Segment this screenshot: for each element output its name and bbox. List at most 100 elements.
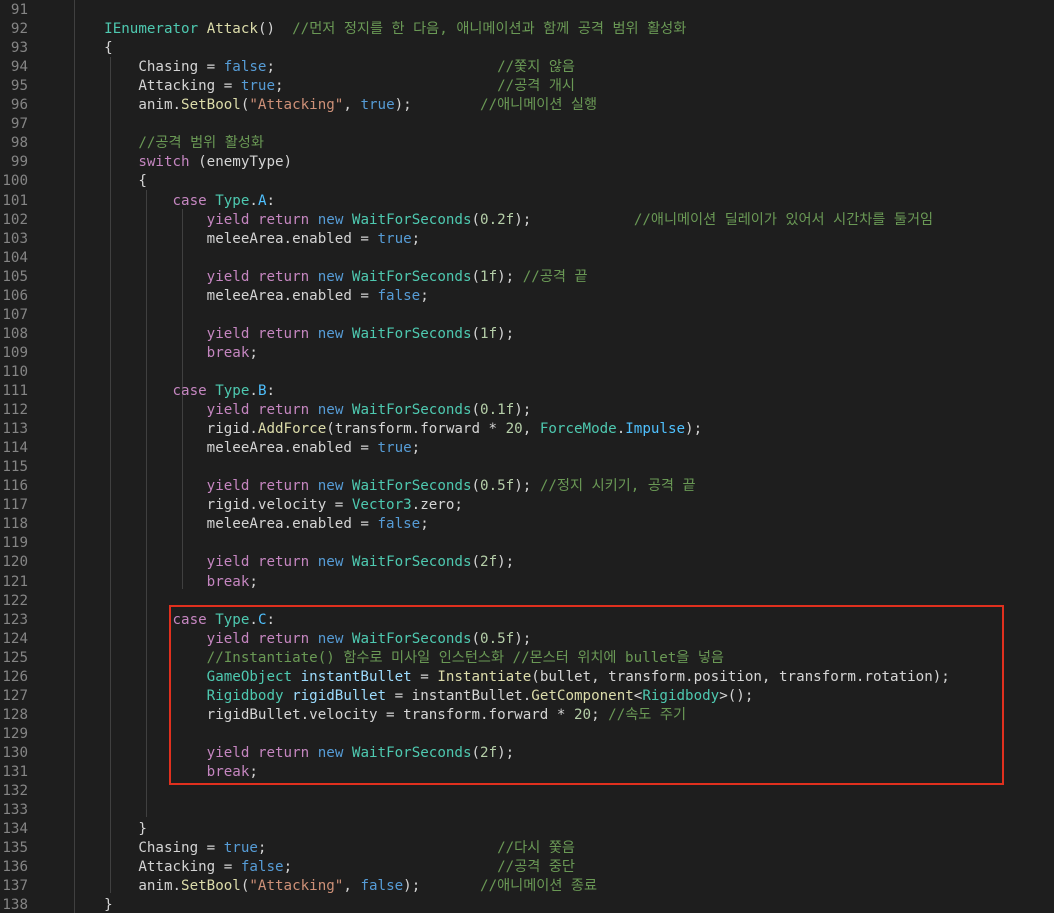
code-line[interactable]: 103 meleeArea.enabled = true; (0, 230, 1054, 249)
code-line[interactable]: 108 yield return new WaitForSeconds(1f); (0, 325, 1054, 344)
line-number: 108 (2, 325, 28, 342)
code-token: new (317, 554, 344, 571)
code-line[interactable]: 111 case Type.B: (0, 382, 1054, 401)
code-line[interactable]: 98 //공격 범위 활성화 (0, 134, 1054, 153)
code-token: Chasing = (70, 59, 224, 76)
code-line[interactable]: 116 yield return new WaitForSeconds(0.5f… (0, 477, 1054, 496)
code-line[interactable]: 95 Attacking = true; //공격 개시 (0, 77, 1054, 96)
code-line[interactable]: 97 (0, 115, 1054, 134)
code-line[interactable]: 134 } (0, 820, 1054, 839)
code-line[interactable]: 94 Chasing = false; //쫓지 않음 (0, 58, 1054, 77)
code-line[interactable]: 113 rigid.AddForce(transform.forward * 2… (0, 420, 1054, 439)
code-text: yield return new WaitForSeconds(0.1f); (70, 401, 532, 420)
code-token: false (377, 516, 421, 533)
code-line[interactable]: 115 (0, 458, 1054, 477)
code-line[interactable]: 120 yield return new WaitForSeconds(2f); (0, 553, 1054, 572)
code-text: yield return new WaitForSeconds(1f); //공… (70, 268, 588, 287)
code-line[interactable]: 91 (0, 1, 1054, 20)
line-number: 94 (10, 59, 28, 76)
code-line[interactable]: 138 } (0, 896, 1054, 913)
code-line[interactable]: 129 (0, 725, 1054, 744)
code-line[interactable]: 119 (0, 534, 1054, 553)
code-token: ; (411, 440, 421, 457)
code-token: : (266, 611, 276, 628)
code-line[interactable]: 104 (0, 249, 1054, 268)
code-line[interactable]: 135 Chasing = true; //다시 쫓음 (0, 839, 1054, 858)
code-line[interactable]: 117 rigid.velocity = Vector3.zero; (0, 496, 1054, 515)
code-token: ); (403, 878, 481, 895)
code-token: true (377, 230, 412, 247)
code-line[interactable]: 109 break; (0, 344, 1054, 363)
code-token: yield (206, 268, 250, 285)
line-number: 92 (10, 21, 28, 38)
code-token: meleeArea.enabled = (70, 516, 378, 533)
code-token: ; (257, 840, 498, 857)
code-text: Chasing = true; //다시 쫓음 (70, 839, 575, 858)
code-token: } (70, 821, 147, 838)
line-number: 91 (10, 2, 28, 18)
code-line[interactable]: 136 Attacking = false; //공격 중단 (0, 858, 1054, 877)
code-line[interactable]: 132 (0, 782, 1054, 801)
code-token: 1f (480, 268, 498, 285)
code-text: yield return new WaitForSeconds(0.5f); /… (70, 477, 696, 496)
code-line[interactable]: 122 (0, 592, 1054, 611)
code-line[interactable]: 126 GameObject instantBullet = Instantia… (0, 668, 1054, 687)
code-token: ; (249, 573, 258, 590)
code-editor[interactable]: 91 92 IEnumerator Attack() //먼저 정지를 한 다음,… (0, 0, 1054, 913)
code-token: . (249, 383, 258, 399)
code-line[interactable]: 114 meleeArea.enabled = true; (0, 439, 1054, 458)
code-line[interactable]: 131 break; (0, 763, 1054, 782)
code-token: ); (514, 402, 532, 419)
code-token: Chasing = (70, 840, 224, 857)
code-line[interactable]: 118 meleeArea.enabled = false; (0, 515, 1054, 534)
code-text: } (70, 820, 147, 839)
code-line[interactable]: 102 yield return new WaitForSeconds(0.2f… (0, 211, 1054, 230)
code-line[interactable]: 100 { (0, 172, 1054, 191)
code-token: return (257, 478, 310, 495)
line-number: 118 (2, 516, 28, 533)
line-number: 114 (2, 440, 28, 457)
code-line[interactable]: 107 (0, 306, 1054, 325)
code-line[interactable]: 93 { (0, 39, 1054, 58)
code-token: 0.5f (480, 630, 515, 647)
code-line[interactable]: 106 meleeArea.enabled = false; (0, 287, 1054, 306)
code-text: meleeArea.enabled = false; (70, 287, 429, 306)
code-line[interactable]: 127 Rigidbody rigidBullet = instantBulle… (0, 687, 1054, 706)
code-line[interactable]: 99 switch (enemyType) (0, 153, 1054, 172)
code-line[interactable]: 112 yield return new WaitForSeconds(0.1f… (0, 401, 1054, 420)
code-token: yield (206, 744, 250, 761)
code-line[interactable]: 128 rigidBullet.velocity = transform.for… (0, 706, 1054, 725)
code-token: false (240, 859, 284, 876)
code-token: ); (514, 478, 540, 495)
code-line[interactable]: 125 //Instantiate() 함수로 미사일 인스턴스화 //몬스터 … (0, 649, 1054, 668)
code-text: GameObject instantBullet = Instantiate(b… (70, 668, 950, 687)
code-line[interactable]: 137 anim.SetBool("Attacking", false); //… (0, 877, 1054, 896)
code-line[interactable]: 130 yield return new WaitForSeconds(2f); (0, 744, 1054, 763)
code-token: //먼저 정지를 한 다음, 애니메이션과 함께 공격 범위 활성화 (292, 21, 687, 38)
code-line[interactable]: 133 (0, 801, 1054, 820)
code-token: //공격 중단 (497, 859, 575, 876)
line-number: 101 (2, 192, 28, 209)
code-token: case (172, 192, 207, 209)
code-token: ; (249, 764, 258, 780)
code-text: } (70, 896, 113, 913)
code-token: true (240, 78, 276, 95)
code-line[interactable]: 110 (0, 363, 1054, 382)
code-line[interactable]: 123 case Type.C: (0, 611, 1054, 630)
code-line[interactable]: 124 yield return new WaitForSeconds(0.5f… (0, 630, 1054, 649)
line-number: 98 (10, 135, 28, 152)
code-line[interactable]: 121 break; (0, 573, 1054, 592)
code-line[interactable]: 101 case Type.A: (0, 192, 1054, 211)
line-number: 103 (2, 230, 28, 247)
code-token: true (377, 440, 412, 457)
code-line[interactable]: 105 yield return new WaitForSeconds(1f);… (0, 268, 1054, 287)
line-number: 128 (2, 706, 28, 723)
code-line[interactable]: 92 IEnumerator Attack() //먼저 정지를 한 다음, 애… (0, 20, 1054, 39)
code-line[interactable]: 96 anim.SetBool("Attacking", true); //애니… (0, 96, 1054, 115)
